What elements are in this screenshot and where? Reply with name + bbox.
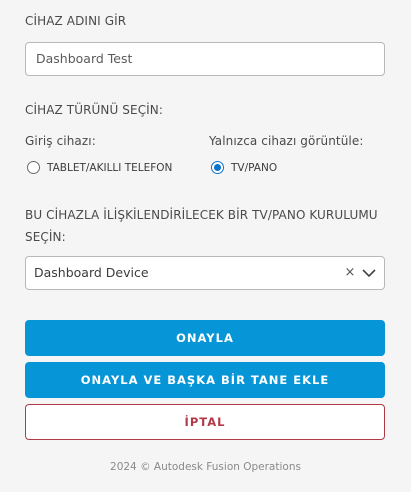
confirm-and-add-button[interactable]: ONAYLA VE BAŞKA BİR TANE EKLE — [25, 362, 385, 398]
device-name-label: CİHAZ ADINI GİR — [25, 14, 127, 28]
radio-option-label: TV/PANO — [231, 161, 278, 174]
device-type-label: CİHAZ TÜRÜNÜ SEÇİN: — [25, 103, 164, 117]
radio-dot-icon — [214, 164, 221, 171]
radio-selected-icon[interactable] — [211, 161, 224, 174]
input-device-group-label: Giriş cihazı: — [25, 134, 96, 148]
device-name-input[interactable]: Dashboard Test — [25, 42, 385, 76]
setup-label-continued: SEÇİN: — [25, 230, 66, 244]
clear-icon[interactable]: × — [344, 266, 356, 280]
display-device-group-label: Yalnızca cihazı görüntüle: — [209, 134, 364, 148]
confirm-button[interactable]: ONAYLA — [25, 320, 385, 356]
setup-select-value: Dashboard Device — [34, 265, 149, 280]
radio-unselected-icon[interactable] — [27, 161, 40, 174]
setup-select[interactable]: Dashboard Device × — [25, 256, 385, 290]
setup-label: BU CİHAZLA İLİŞKİLENDİRİLECEK BİR TV/PAN… — [25, 208, 378, 222]
footer-copyright: 2024 © Autodesk Fusion Operations — [110, 461, 301, 473]
radio-option-label: TABLET/AKILLI TELEFON — [47, 161, 173, 174]
chevron-down-icon[interactable] — [361, 265, 377, 281]
cancel-button[interactable]: İPTAL — [25, 404, 385, 440]
radio-option-tv[interactable]: TV/PANO — [211, 161, 277, 174]
radio-option-tablet[interactable]: TABLET/AKILLI TELEFON — [27, 161, 172, 174]
